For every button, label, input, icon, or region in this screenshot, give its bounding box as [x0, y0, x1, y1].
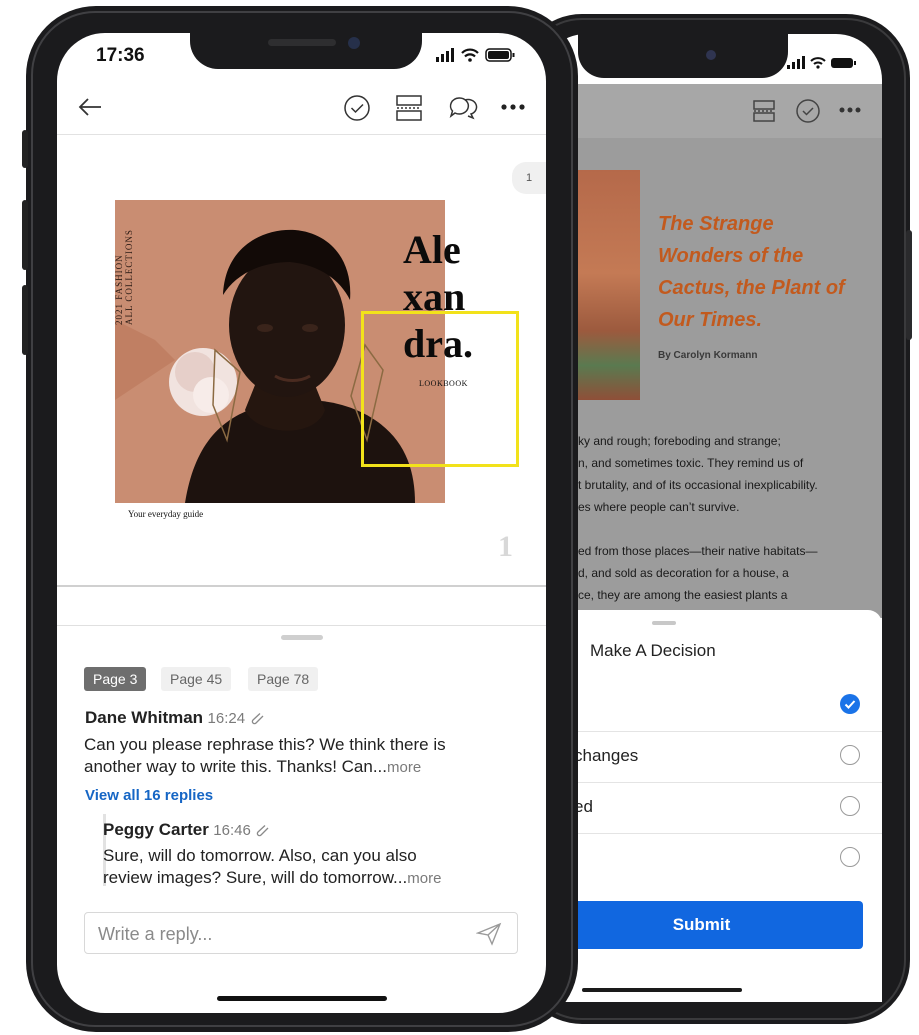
title-line: Ale — [403, 227, 461, 272]
article-paragraph-line: d, and sold as decoration for a house, a — [578, 566, 789, 580]
more-icon[interactable] — [838, 106, 862, 114]
reply-input-placeholder: Write a reply... — [98, 924, 213, 944]
cactus-image — [578, 170, 640, 400]
panel-divider — [57, 625, 546, 626]
speaker-grille — [268, 39, 336, 46]
article-paragraph-line: t brutality, and of its occasional inexp… — [578, 478, 818, 492]
back-phone-notch — [578, 30, 788, 78]
back-status-icons — [785, 56, 861, 70]
decision-option[interactable] — [540, 833, 882, 884]
camera-icon — [706, 50, 716, 60]
article-byline: By Carolyn Kormann — [658, 350, 758, 361]
comment-text-line: Can you please rephrase this? We think t… — [84, 735, 446, 754]
approve-icon[interactable] — [795, 98, 821, 124]
submit-button[interactable]: Submit — [540, 901, 863, 949]
send-icon[interactable] — [476, 922, 502, 946]
attachment-icon[interactable] — [255, 823, 271, 837]
article-paragraph-line: ky and rough; foreboding and strange; — [578, 434, 781, 448]
reply-author[interactable]: Peggy Carter — [103, 820, 209, 839]
sheet-drag-handle[interactable] — [652, 621, 676, 625]
volume-up-button — [22, 200, 28, 270]
collection-side-text: 2021 FASHION ALL COLLECTIONS — [114, 205, 154, 325]
reply-text-line: Sure, will do tomorrow. Also, can you al… — [103, 846, 417, 865]
radio-checked-icon[interactable] — [840, 694, 860, 714]
tab-page-3[interactable]: Page 3 — [84, 667, 147, 691]
decision-option-label: changes — [574, 746, 639, 765]
side-text-line: ALL COLLECTIONS — [124, 229, 134, 325]
approve-icon[interactable] — [343, 94, 371, 122]
reply-text-line-content: review images? Sure, will do tomorrow... — [103, 868, 408, 887]
compare-pages-icon[interactable] — [395, 93, 423, 123]
decision-option[interactable] — [540, 680, 882, 732]
sheet-title: Make A Decision — [590, 641, 716, 660]
camera-icon — [348, 37, 360, 49]
radio-icon[interactable] — [840, 847, 860, 867]
mute-switch — [22, 130, 28, 168]
back-header — [540, 84, 882, 138]
comments-icon[interactable] — [448, 94, 478, 122]
front-phone-notch — [190, 29, 422, 69]
status-icons — [434, 47, 522, 63]
page-number: 1 — [498, 530, 513, 563]
comment-time: 16:24 — [207, 710, 246, 727]
back-arrow-icon[interactable] — [77, 96, 103, 118]
reply-more-link[interactable]: more — [407, 870, 441, 887]
volume-down-button — [22, 285, 28, 355]
comment-more-link[interactable]: more — [387, 759, 421, 776]
home-indicator — [217, 996, 387, 1001]
side-text-line: 2021 FASHION — [114, 254, 124, 325]
comment-highlight-box[interactable] — [361, 311, 519, 467]
reply-header: Peggy Carter 16:46 — [103, 820, 271, 840]
front-header — [57, 82, 546, 135]
comment-text-line: another way to write this. Thanks! Can..… — [84, 756, 421, 779]
comment-header: Dane Whitman 16:24 — [85, 708, 266, 728]
compare-pages-icon[interactable] — [752, 98, 776, 124]
page-divider — [57, 585, 546, 587]
back-phone-side-button — [906, 230, 912, 340]
radio-icon[interactable] — [840, 745, 860, 765]
attachment-icon[interactable] — [250, 711, 266, 725]
reply-text-line: review images? Sure, will do tomorrow...… — [103, 867, 441, 890]
radio-icon[interactable] — [840, 796, 860, 816]
article-paragraph-line: ce, they are among the easiest plants a — [578, 588, 788, 602]
article-paragraph-line: ed from those places—their native habita… — [578, 544, 818, 558]
page-marker[interactable]: 1 — [512, 162, 546, 194]
decision-option[interactable]: ed — [540, 782, 882, 834]
view-all-replies-link[interactable]: View all 16 replies — [85, 787, 213, 804]
status-time: 17:36 — [96, 45, 145, 66]
decision-option[interactable]: changes — [540, 731, 882, 783]
tab-page-78[interactable]: Page 78 — [248, 667, 319, 691]
photo-caption: Your everyday guide — [128, 509, 204, 519]
more-icon[interactable] — [500, 103, 526, 111]
reply-time: 16:46 — [213, 822, 251, 839]
article-title: The Strange Wonders of the Cactus, the P… — [658, 213, 845, 331]
article-paragraph-line: es where people can’t survive. — [578, 500, 740, 514]
article-paragraph-line: n, and sometimes toxic. They remind us o… — [578, 456, 804, 470]
tab-page-45[interactable]: Page 45 — [161, 667, 232, 691]
panel-drag-handle[interactable] — [281, 635, 323, 640]
home-indicator — [582, 988, 742, 992]
comment-author[interactable]: Dane Whitman — [85, 708, 203, 727]
comment-text-line-content: another way to write this. Thanks! Can..… — [84, 757, 387, 776]
